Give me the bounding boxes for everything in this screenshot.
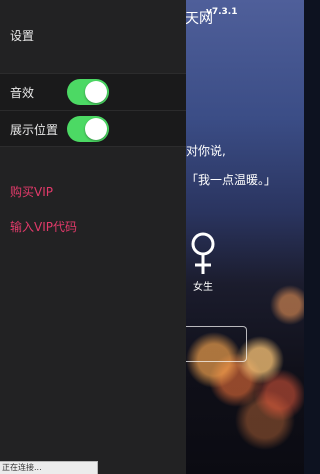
show-location-toggle[interactable] bbox=[67, 116, 109, 142]
show-location-row: 展示位置 bbox=[0, 110, 186, 147]
female-symbol-icon bbox=[191, 232, 215, 274]
slogan-line-2: 「我一点温暖。」 bbox=[186, 173, 277, 187]
slogan-line-1: 对你说, bbox=[186, 144, 226, 158]
enter-vip-code-link[interactable]: 输入VIP代码 bbox=[10, 218, 77, 235]
female-label: 女生 bbox=[193, 282, 213, 293]
drawer-title: 设置 bbox=[10, 29, 35, 43]
toggle-knob bbox=[85, 118, 107, 140]
female-option[interactable]: 女生 bbox=[186, 230, 220, 293]
sound-effect-label: 音效 bbox=[10, 86, 35, 100]
buy-vip-link[interactable]: 购买VIP bbox=[10, 183, 53, 200]
show-location-label: 展示位置 bbox=[10, 123, 59, 137]
sound-effect-row: 音效 bbox=[0, 74, 186, 110]
app-version: v7.3.1 bbox=[206, 7, 238, 17]
connection-status: 正在连接... bbox=[0, 461, 98, 474]
toggle-group: 音效 展示位置 bbox=[0, 73, 186, 147]
settings-drawer: 设置 音效 展示位置 购买VIP 输入VIP代码 bbox=[0, 0, 186, 474]
background-input-box[interactable] bbox=[186, 326, 247, 362]
toggle-knob bbox=[85, 81, 107, 103]
sound-effect-toggle[interactable] bbox=[67, 79, 109, 105]
